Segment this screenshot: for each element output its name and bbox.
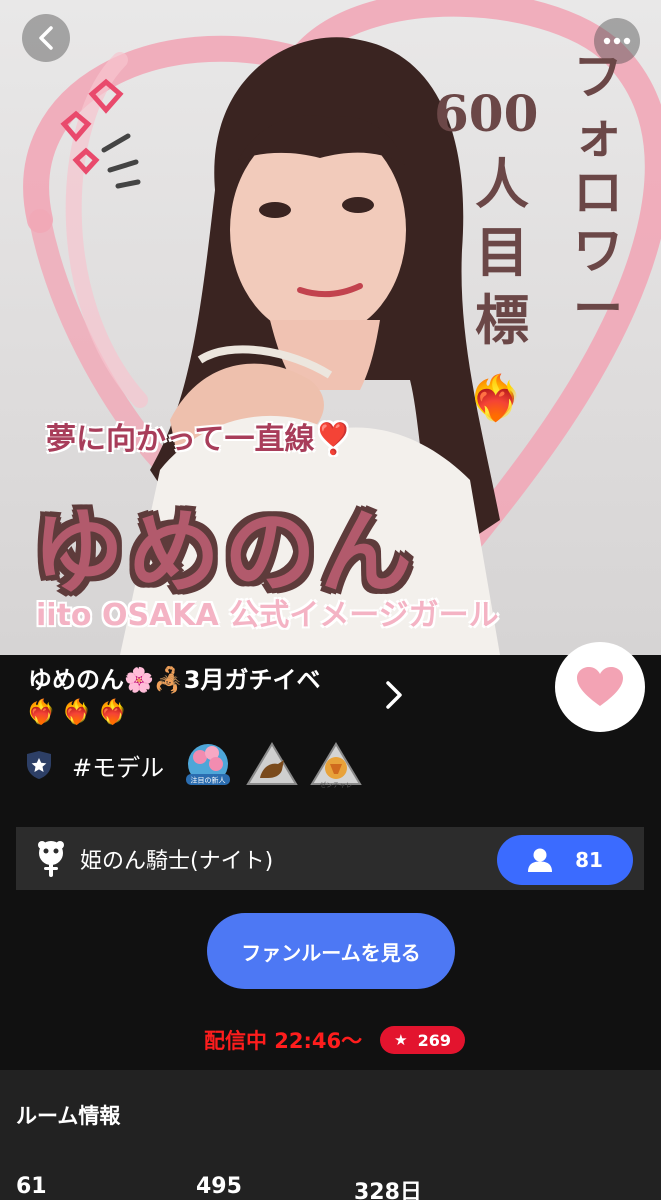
genre-tag[interactable]: #モデル bbox=[72, 748, 164, 783]
rank-shield-icon bbox=[27, 751, 51, 779]
svg-text:注目の新人: 注目の新人 bbox=[191, 776, 226, 785]
hero-follower-count: 600 bbox=[434, 84, 539, 143]
chevron-left-icon bbox=[39, 26, 53, 50]
hero-image: フ ォ ロ ワ ー 600 人 目 標 ❤️‍🔥 夢に向かって一直線❣️ ゆめの… bbox=[0, 0, 661, 655]
tag-badge-row: #モデル 注目の新人 ゼンチャレ bbox=[24, 740, 364, 790]
fanclub-name: 姫のん騎士(ナイト) bbox=[80, 849, 274, 874]
knight-icon bbox=[38, 841, 64, 877]
fanclub-members-button[interactable]: 81 bbox=[497, 835, 633, 885]
room-title-emojis: ❤️‍🔥❤️‍🔥❤️‍🔥 bbox=[26, 698, 134, 726]
new-face-badge-icon: 注目の新人 bbox=[186, 744, 231, 785]
star-count: 269 bbox=[417, 1030, 452, 1050]
zenchalle-badge-icon: ゼンチャレ bbox=[310, 742, 362, 789]
hero-dream-line: 夢に向かって一直線❣️ bbox=[46, 422, 352, 457]
follow-heart-button[interactable] bbox=[555, 642, 645, 732]
star-count-badge: ★ 269 bbox=[380, 1026, 466, 1054]
chevron-right-icon[interactable] bbox=[380, 678, 408, 712]
horse-badge-icon bbox=[246, 742, 298, 785]
hero-vertical-follower: フ ォ ロ ワ ー bbox=[573, 47, 623, 338]
fanclub-bar[interactable]: 姫のん騎士(ナイト) 81 bbox=[16, 827, 644, 890]
fire-heart-icon: ❤️‍🔥 bbox=[468, 373, 523, 424]
hero-brand-line: iito OSAKA 公式イメージガール bbox=[36, 598, 499, 633]
fanclub-member-count: 81 bbox=[575, 848, 603, 872]
room-info-section: ルーム情報 61 495 328日 bbox=[0, 1070, 661, 1200]
back-button[interactable] bbox=[22, 14, 70, 62]
stat-value: 328日 bbox=[354, 1180, 422, 1200]
view-fanroom-button[interactable]: ファンルームを見る bbox=[207, 913, 455, 989]
room-title: ゆめのん🌸🦂3月ガチイベ bbox=[28, 666, 321, 694]
room-info-title: ルーム情報 bbox=[16, 1104, 121, 1128]
heart-icon bbox=[577, 667, 623, 706]
more-dots-icon bbox=[603, 37, 631, 45]
live-status-text: 配信中 22:46〜 bbox=[204, 1029, 363, 1053]
star-icon: ★ bbox=[394, 1031, 408, 1049]
live-status: 配信中 22:46〜 ★ 269 bbox=[204, 1024, 466, 1056]
room-info-stats: 61 495 328日 bbox=[16, 1174, 656, 1200]
hero-vertical-goal: 人 目 標 bbox=[475, 152, 529, 352]
person-icon bbox=[528, 848, 553, 872]
stat-value: 61 bbox=[16, 1174, 47, 1199]
svg-text:ゼンチャレ: ゼンチャレ bbox=[320, 780, 352, 789]
stat-value: 495 bbox=[196, 1174, 242, 1199]
